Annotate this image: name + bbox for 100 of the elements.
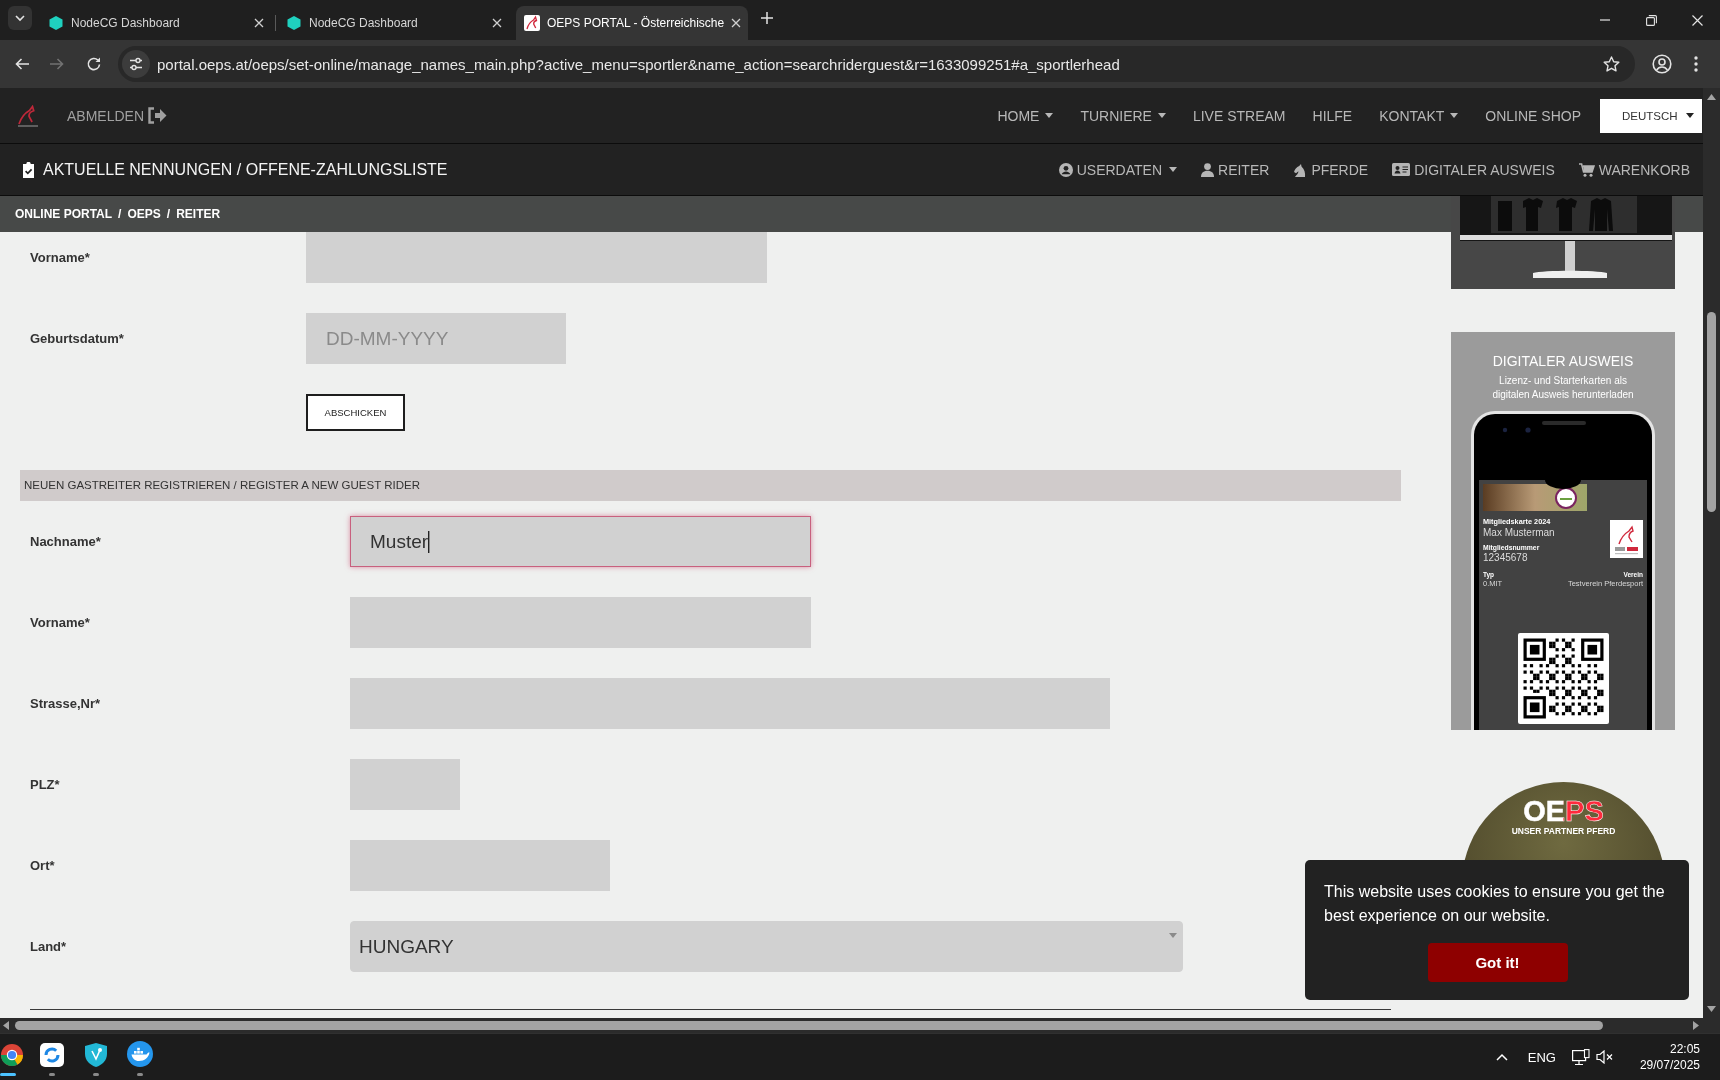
badge-logo-text: OEPS (1523, 795, 1604, 827)
breadcrumb-link[interactable]: ONLINE PORTAL (15, 207, 113, 221)
language-indicator[interactable]: ENG (1527, 1049, 1556, 1065)
speaker-icon[interactable] (1595, 1050, 1614, 1064)
caret-icon (1157, 113, 1166, 118)
field-label: Nachname* (30, 534, 101, 549)
text-field[interactable] (306, 232, 767, 283)
back-arrow-icon[interactable] (14, 56, 30, 72)
field-label: Geburtsdatum* (30, 331, 124, 346)
user-icon (1201, 162, 1215, 177)
caret-icon (1450, 113, 1459, 118)
phone-camera-icon (1501, 420, 1587, 434)
card-value: 12345678 (1483, 552, 1528, 564)
breadcrumb-separator: / (166, 207, 171, 221)
reload-icon[interactable] (86, 56, 102, 72)
horse-logo-icon (1610, 520, 1643, 558)
field-label: Strasse,Nr* (30, 696, 101, 711)
section-heading: NEUEN GASTREITER REGISTRIEREN / REGISTER A NEW GUEST RIDER (20, 470, 1401, 501)
field-label: Vorname* (30, 615, 90, 630)
chevron-up-icon[interactable] (1495, 1053, 1508, 1061)
whale-icon[interactable] (127, 1041, 153, 1067)
country-select[interactable]: HUNGARY (350, 921, 1183, 972)
network-icon[interactable] (1571, 1048, 1590, 1066)
horse-logo-icon (524, 15, 540, 31)
field-label: Vorname* (30, 250, 90, 265)
address-bar[interactable]: portal.oeps.at/oeps/set-online/manage_names_main.php?active_menu=sportler&name_action=searchriderguest&r=1633099251#a_sportlerhead (118, 46, 1635, 82)
browser-icon[interactable] (0, 1043, 24, 1067)
cart-icon (1578, 162, 1595, 177)
menu-link[interactable]: DIGITALER AUSWEIS (1392, 161, 1555, 178)
text-field[interactable] (350, 678, 1110, 729)
browser-tab[interactable]: NodeCG Dashboard (278, 6, 510, 40)
horse-head-icon (1293, 162, 1308, 177)
menu-link[interactable]: PFERDE (1293, 161, 1369, 178)
breadcrumb-link[interactable]: REITER (176, 207, 221, 221)
forward-arrow-icon[interactable] (49, 56, 65, 72)
menu-icon[interactable] (1694, 56, 1698, 72)
nav-link[interactable]: HOME (997, 107, 1054, 124)
close-icon[interactable] (492, 18, 502, 28)
site-settings-icon[interactable] (122, 50, 150, 78)
nav-link[interactable]: LIVE STREAM (1192, 107, 1286, 124)
scrollbar-thumb[interactable] (1707, 312, 1716, 512)
text-field[interactable] (350, 759, 460, 810)
ad-subtitle: Lizenz- und Starterkarten als digitalen Ausweis herunterladen (1491, 374, 1635, 402)
field-label: PLZ* (30, 777, 60, 792)
scroll-right-icon[interactable] (1693, 1021, 1699, 1030)
close-icon[interactable] (731, 18, 742, 28)
field-label: Land* (30, 939, 67, 954)
nav-link[interactable]: KONTAKT (1379, 107, 1459, 124)
caret-icon (1686, 113, 1694, 118)
restore-icon[interactable] (1645, 14, 1657, 26)
clipboard-check-icon (22, 161, 35, 178)
page-title: AKTUELLE NENNUNGEN / OFFENE-ZAHLUNGSLISTE (43, 160, 448, 179)
nav-link[interactable]: HILFE (1312, 107, 1353, 124)
tab-list-button[interactable] (8, 6, 32, 30)
nav-link[interactable]: ONLINE SHOP (1485, 107, 1581, 124)
field-label: Ort* (30, 858, 55, 873)
scrollbar-thumb[interactable] (15, 1021, 1603, 1030)
language-select[interactable]: DEUTSCH (1600, 98, 1702, 133)
text-field[interactable] (350, 597, 811, 648)
submit-button[interactable]: ABSCHICKEN (306, 394, 405, 431)
badge-tagline: UNSER PARTNER PFERD (1511, 826, 1616, 836)
menu-link[interactable]: REITER (1201, 161, 1270, 178)
hexagon-icon (286, 15, 302, 31)
text-field[interactable] (350, 840, 610, 891)
id-card-icon (1392, 163, 1411, 176)
breadcrumb-separator: / (118, 207, 122, 221)
breadcrumb-link[interactable]: OEPS (127, 207, 161, 221)
card-holder-name: Max Musterman (1483, 527, 1555, 539)
menu-link[interactable]: USERDATEN (1058, 161, 1178, 178)
menu-link[interactable]: WARENKORB (1578, 161, 1690, 178)
qr-code-icon (1517, 633, 1609, 724)
horse-logo-icon[interactable] (15, 104, 41, 127)
plus-icon[interactable] (760, 11, 774, 25)
chevron-down-icon (14, 12, 26, 24)
shield-icon[interactable] (85, 1043, 107, 1067)
text-field[interactable]: Muster (350, 516, 811, 567)
text-cursor-icon (428, 530, 431, 553)
star-icon[interactable] (1603, 56, 1620, 72)
hexagon-icon (48, 15, 64, 31)
sign-out-icon (147, 107, 168, 124)
caret-icon (1169, 167, 1178, 172)
caret-icon (1045, 113, 1054, 118)
close-icon[interactable] (1691, 14, 1703, 26)
profile-icon[interactable] (1652, 54, 1672, 74)
sync-icon[interactable] (40, 1043, 64, 1067)
browser-tab[interactable]: OEPS PORTAL - Österreichische (516, 6, 748, 40)
ad-title: DIGITALER AUSWEIS (1492, 352, 1634, 370)
scroll-left-icon[interactable] (3, 1021, 9, 1030)
got-it-button[interactable]: Got it! (1427, 943, 1568, 982)
scroll-down-icon[interactable] (1707, 1006, 1716, 1012)
logout-link[interactable]: ABMELDEN (67, 107, 168, 124)
scroll-up-icon[interactable] (1707, 94, 1716, 100)
nav-link[interactable]: TURNIERE (1080, 107, 1166, 124)
notch-icon (1545, 480, 1581, 489)
browser-tab[interactable]: NodeCG Dashboard (40, 6, 272, 40)
close-icon[interactable] (254, 18, 264, 28)
cookie-message: This website uses cookies to ensure you get the best experience on our website. (1324, 882, 1666, 926)
clock-time: 22:05 (1669, 1041, 1700, 1057)
caret-icon (1169, 933, 1177, 938)
user-circle-icon (1058, 162, 1073, 177)
